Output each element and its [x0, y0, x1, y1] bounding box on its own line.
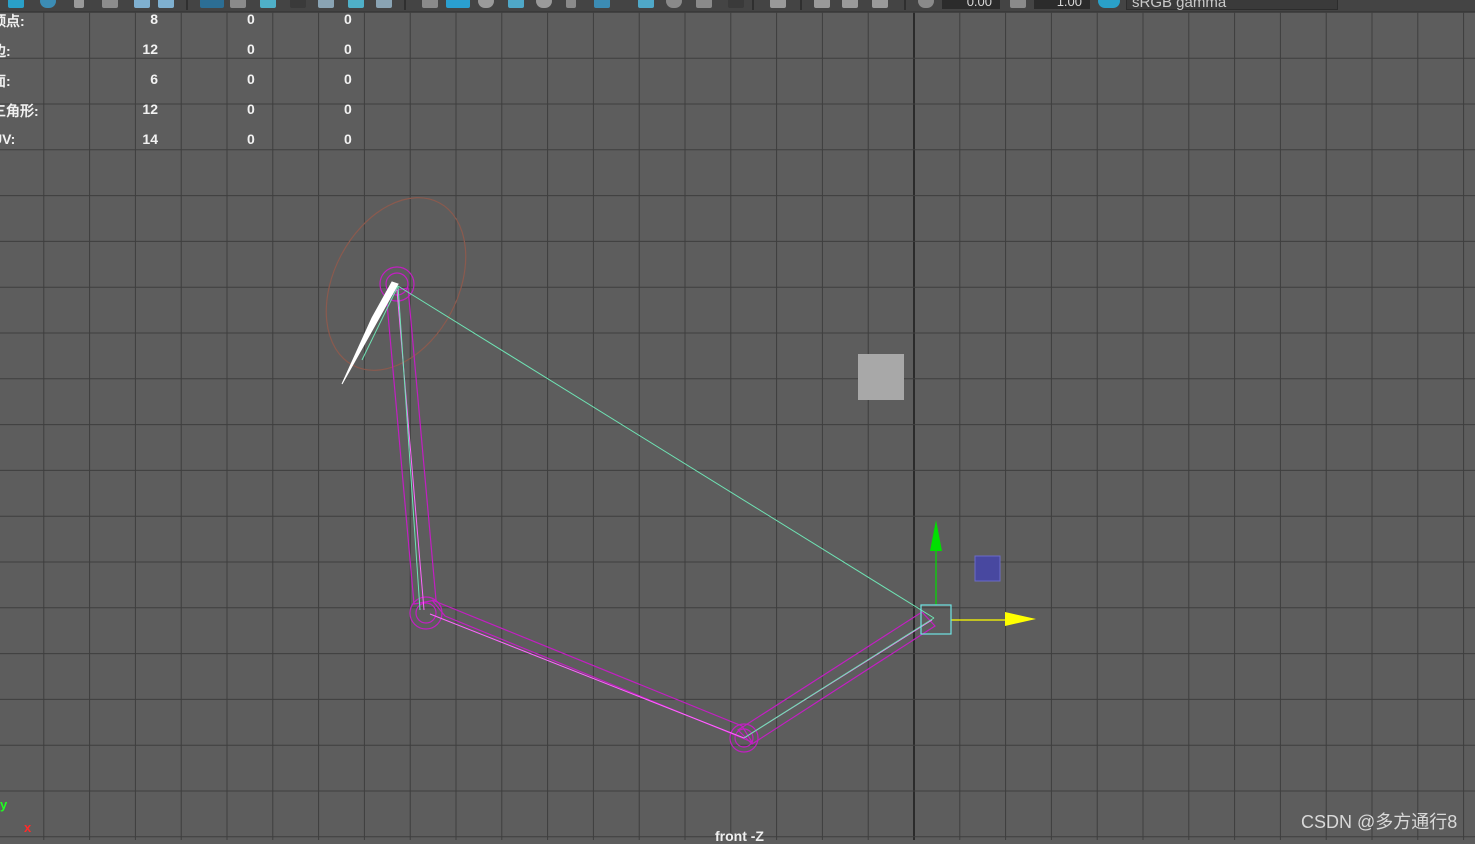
viewport-canvas[interactable]: [0, 0, 1475, 840]
hud-value-selected: 0: [247, 71, 255, 87]
hud-value-selected: 0: [247, 41, 255, 57]
wireframe-on-shaded-icon[interactable]: [508, 0, 524, 8]
hud-row-vertices: 顶点: 8 0 0: [0, 11, 360, 31]
film-gate-icon[interactable]: [230, 0, 246, 8]
hud-value-object: 6: [150, 71, 158, 87]
color-space-dropdown[interactable]: sRGB gamma: [1126, 0, 1338, 10]
hud-row-triangles: 三角形: 12 0 0: [0, 101, 360, 121]
hud-row-faces: 面: 6 0 0: [0, 71, 360, 91]
xray-joints-icon[interactable]: [872, 0, 888, 8]
gamma-icon[interactable]: [1010, 0, 1026, 8]
camera-attr-icon[interactable]: [158, 0, 174, 8]
motion-blur-icon[interactable]: [666, 0, 682, 8]
safe-action-icon[interactable]: [348, 0, 364, 8]
depth-of-field-icon[interactable]: [728, 0, 744, 8]
default-material-icon[interactable]: [478, 0, 494, 8]
hud-label: 面:: [0, 73, 11, 89]
hud-value-component: 0: [344, 101, 352, 117]
xray-icon[interactable]: [814, 0, 830, 8]
shadows-icon[interactable]: [594, 0, 610, 8]
hud-label: 三角形:: [0, 103, 39, 119]
hud-value-object: 12: [142, 41, 158, 57]
exposure-field[interactable]: 0.00: [942, 0, 1000, 9]
hud-value-object: 12: [142, 101, 158, 117]
search-icon[interactable]: [134, 0, 150, 8]
color-space-label: sRGB gamma: [1132, 0, 1227, 11]
anti-alias-icon[interactable]: [696, 0, 712, 8]
smooth-shade-icon[interactable]: [446, 0, 470, 8]
bookmark-icon[interactable]: [74, 0, 84, 8]
textured-icon[interactable]: [536, 0, 552, 8]
gate-mask-icon[interactable]: [290, 0, 306, 8]
gear-icon[interactable]: [40, 0, 56, 8]
hud-value-object: 8: [150, 11, 158, 27]
move-center-box[interactable]: [920, 604, 952, 635]
hud-value-component: 0: [344, 41, 352, 57]
hud-value-object: 14: [142, 131, 158, 147]
isolate-select-icon[interactable]: [770, 0, 786, 8]
wireframe-icon[interactable]: [422, 0, 438, 8]
grey-cube[interactable]: [858, 354, 904, 400]
joint-elbow-inner: [415, 602, 437, 624]
blue-locator-box[interactable]: [974, 555, 1001, 582]
ik-handle-lines: [361, 285, 935, 739]
ambient-occlusion-icon[interactable]: [638, 0, 654, 8]
hud-label: UV:: [0, 131, 16, 147]
camera-icon[interactable]: [8, 0, 24, 8]
hud-value-selected: 0: [247, 101, 255, 117]
hud-value-selected: 0: [247, 131, 255, 147]
bone-upper[interactable]: [385, 287, 437, 605]
gamma-field[interactable]: 1.00: [1034, 0, 1090, 9]
hud-row-uvs: UV: 14 0 0: [0, 131, 360, 151]
resolution-gate-icon[interactable]: [260, 0, 276, 8]
axis-indicator-y: y: [0, 797, 8, 812]
viewport-grid: [0, 0, 1475, 840]
grid-toggle-icon[interactable]: [200, 0, 224, 8]
lights-icon[interactable]: [566, 0, 576, 8]
hud-value-selected: 0: [247, 11, 255, 27]
hud-value-component: 0: [344, 71, 352, 87]
watermark-text: CSDN @多方通行8: [1301, 812, 1458, 832]
exposure-icon[interactable]: [918, 0, 934, 8]
image-plane-icon[interactable]: [102, 0, 118, 8]
hud-label: 边:: [0, 43, 11, 59]
hud-value-component: 0: [344, 11, 352, 27]
xray-active-icon[interactable]: [842, 0, 858, 8]
hud-row-edges: 边: 12 0 0: [0, 41, 360, 61]
color-management-icon[interactable]: [1098, 0, 1120, 8]
move-x-arrow-icon[interactable]: [1005, 612, 1036, 626]
hud-value-component: 0: [344, 131, 352, 147]
move-y-arrow-icon[interactable]: [930, 520, 942, 551]
bone-lower[interactable]: [737, 611, 936, 745]
safe-title-icon[interactable]: [376, 0, 392, 8]
bone-highlight-lines: [396, 289, 933, 739]
camera-name-label: front -Z: [715, 828, 764, 844]
hud-label: 顶点:: [0, 13, 25, 29]
field-chart-icon[interactable]: [318, 0, 334, 8]
bone-mid[interactable]: [431, 599, 754, 744]
axis-indicator-x: x: [24, 820, 32, 835]
joint-chain[interactable]: [379, 266, 936, 753]
